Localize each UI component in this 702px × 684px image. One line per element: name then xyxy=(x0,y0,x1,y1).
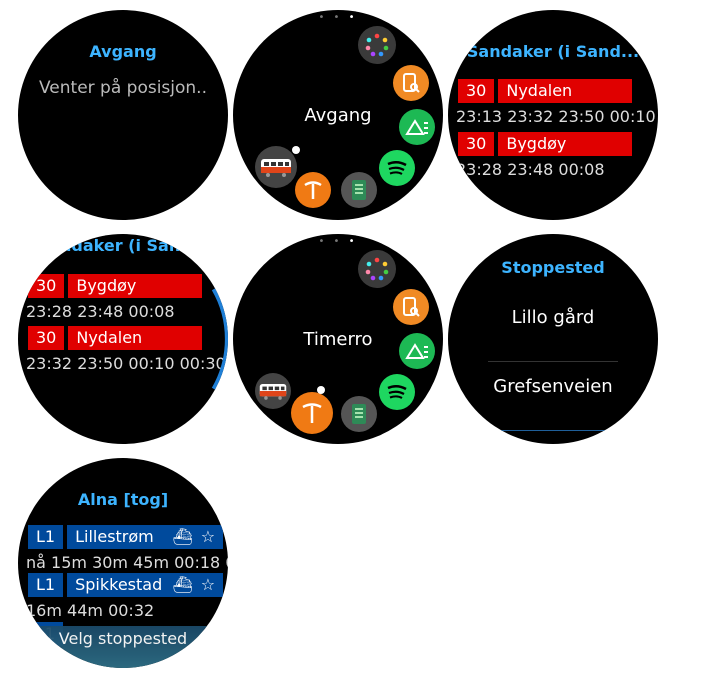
select-stop-label: Velg stoppested xyxy=(58,629,188,648)
ferry-icon: ⛴ xyxy=(172,575,193,594)
screen-title: Avgang xyxy=(89,42,157,61)
tram-app-icon[interactable] xyxy=(255,373,291,409)
watch-screen-departures-scrolled: ndaker (i Sand 30 Bygdøy 23:28 23:48 00:… xyxy=(18,234,228,444)
page-indicator: • • • xyxy=(318,236,358,247)
select-stop-button[interactable]: Velg stoppested xyxy=(18,626,228,668)
screen-title: Sandaker (i Sand... xyxy=(466,42,640,61)
destination-label: Lillestrøm ⛴ ☆ xyxy=(67,525,224,549)
departure-row[interactable]: 30 Bygdøy xyxy=(458,132,633,156)
timerro-app-icon[interactable] xyxy=(295,172,331,208)
destination-label: Nydalen xyxy=(498,79,633,103)
favorite-star-icon[interactable]: ☆ xyxy=(201,525,215,549)
departure-times: 23:28 23:48 00:08 xyxy=(456,160,605,179)
favorite-star-icon[interactable]: ☆ xyxy=(201,573,215,597)
apps-grid-icon[interactable] xyxy=(358,26,396,64)
watch-screen-launcher-timerro: • • • Timerro xyxy=(233,234,443,444)
screen-title: Alna [tog] xyxy=(77,490,169,509)
departure-times: nå 15m 30m 45m 00:18 0 xyxy=(26,553,228,572)
stop-item[interactable]: Grefsenveien xyxy=(448,376,658,397)
screen-title: Stoppested xyxy=(501,258,605,277)
mountain-icon[interactable] xyxy=(399,109,435,145)
apps-grid-icon[interactable] xyxy=(358,250,396,288)
scroll-indicator[interactable] xyxy=(18,234,228,444)
spotify-icon[interactable] xyxy=(379,150,415,186)
line-badge: 30 xyxy=(458,79,495,103)
notes-icon[interactable] xyxy=(341,396,377,432)
selection-dot xyxy=(292,146,300,154)
phone-search-icon[interactable] xyxy=(393,289,429,325)
departure-row[interactable]: L1 Spikkestad ⛴ ☆ xyxy=(28,573,224,597)
line-badge: 30 xyxy=(458,132,495,156)
phone-search-icon[interactable] xyxy=(393,65,429,101)
notes-icon[interactable] xyxy=(341,172,377,208)
spotify-icon[interactable] xyxy=(379,374,415,410)
watch-screen-train-departures: Alna [tog] L1 Lillestrøm ⛴ ☆ nå 15m 30m … xyxy=(18,458,228,668)
status-text: Venter på posisjon.. xyxy=(38,78,207,98)
departure-times: 23:13 23:32 23:50 00:10 0 xyxy=(456,107,658,126)
watch-screen-departures-sandaker: Sandaker (i Sand... 30 Nydalen 23:13 23:… xyxy=(448,10,658,220)
timerro-app-icon[interactable] xyxy=(291,392,333,434)
watch-screen-launcher-avgang: • • • Avgang xyxy=(233,10,443,220)
tram-app-icon[interactable] xyxy=(255,146,297,188)
page-indicator: • • • xyxy=(318,12,358,23)
departure-row[interactable]: 30 Nydalen xyxy=(458,79,633,103)
watch-screen-stop-list: Stoppested Lillo gård Grefsenveien xyxy=(448,234,658,444)
line-badge: L1 xyxy=(28,573,64,597)
ferry-icon: ⛴ xyxy=(172,527,193,546)
list-divider xyxy=(488,430,618,431)
list-divider xyxy=(488,361,618,362)
selection-dot xyxy=(317,386,325,394)
stop-item[interactable]: Lillo gård xyxy=(448,307,658,328)
line-badge: L1 xyxy=(28,525,64,549)
destination-label: Bygdøy xyxy=(498,132,633,156)
departure-times: 16m 44m 00:32 xyxy=(26,601,155,620)
watch-screen-avgang-waiting: Avgang Venter på posisjon.. xyxy=(18,10,228,220)
departure-row[interactable]: L1 Lillestrøm ⛴ ☆ xyxy=(28,525,224,549)
destination-label: Spikkestad ⛴ ☆ xyxy=(67,573,224,597)
mountain-icon[interactable] xyxy=(399,333,435,369)
